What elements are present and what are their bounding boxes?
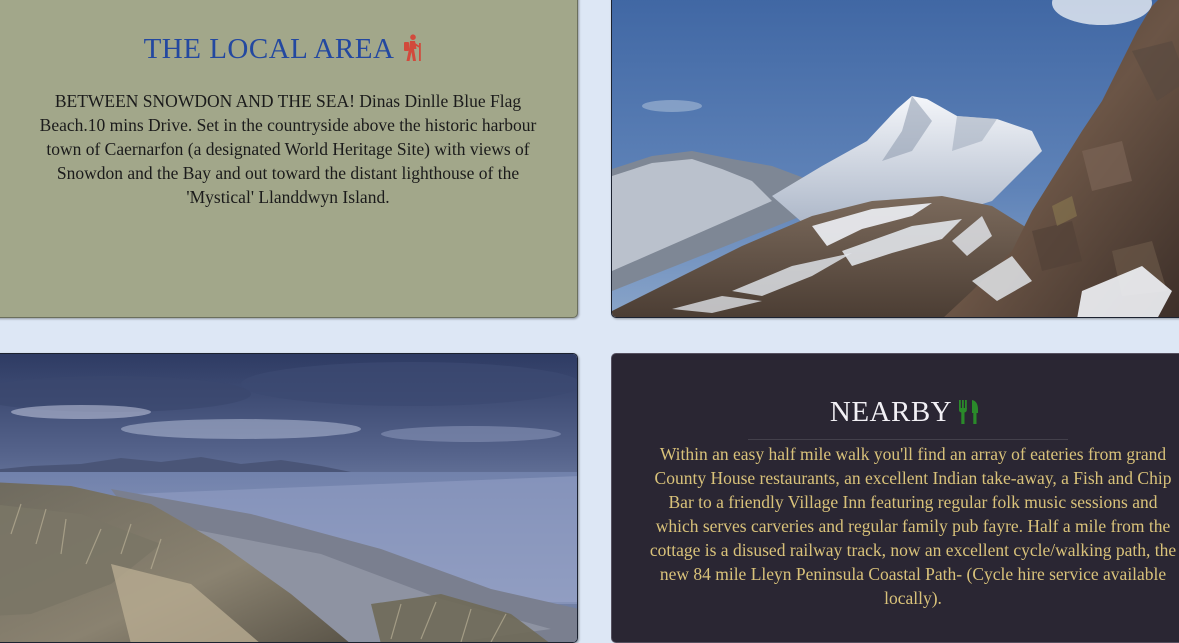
nearby-divider [748, 439, 1068, 440]
local-area-card: THE LOCAL AREA BETWEEN SNOWDON AND THE S… [0, 0, 578, 318]
hiker-icon [404, 34, 422, 61]
nearby-card: NEARBY Within an easy half mile walk you… [611, 353, 1179, 643]
nearby-heading: NEARBY [620, 396, 1179, 429]
nearby-description: Within an easy half mile walk you'll fin… [649, 444, 1177, 608]
nearby-title: NEARBY [829, 396, 953, 428]
local-area-heading: THE LOCAL AREA [0, 33, 577, 66]
beach-photo [0, 354, 577, 642]
local-area-title: THE LOCAL AREA [143, 33, 395, 65]
utensils-icon [959, 400, 979, 424]
beach-photo-card [0, 353, 578, 643]
local-area-description: BETWEEN SNOWDON AND THE SEA! Dinas Dinll… [39, 91, 537, 207]
snowdon-photo-card [611, 0, 1179, 318]
snowdon-photo [612, 0, 1179, 317]
